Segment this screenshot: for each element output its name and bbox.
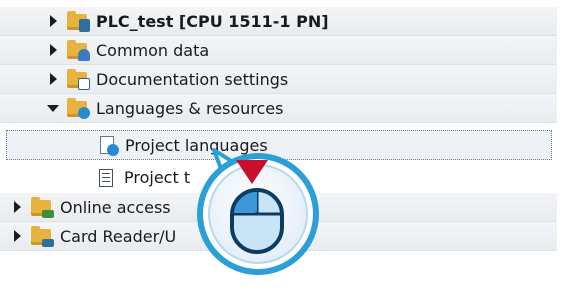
expand-arrow-icon[interactable]: [46, 14, 60, 28]
tree-item-label: Documentation settings: [96, 69, 289, 89]
project-languages-icon: [95, 134, 119, 156]
expand-arrow-icon[interactable]: [46, 72, 60, 86]
tree-item-label: Project languages: [125, 135, 268, 155]
tree-item-languages-resources[interactable]: Languages & resources: [0, 94, 557, 123]
tree-item-project-languages[interactable]: Project languages: [6, 130, 552, 160]
common-data-folder-icon: [66, 39, 90, 61]
tree-item-label: Common data: [96, 40, 210, 60]
project-texts-icon: [94, 167, 118, 189]
tree-item-label: Languages & resources: [96, 98, 284, 118]
languages-folder-icon: [66, 97, 90, 119]
expand-arrow-icon[interactable]: [10, 200, 24, 214]
tree-item-online-access[interactable]: Online access: [0, 193, 557, 222]
tree-item-card-reader[interactable]: Card Reader/U: [0, 222, 557, 251]
tree-item-project-texts[interactable]: Project t: [0, 163, 557, 192]
expand-arrow-icon[interactable]: [46, 43, 60, 57]
online-access-folder-icon: [30, 196, 54, 218]
documentation-folder-icon: [66, 68, 90, 90]
tree-item-label: Project t: [124, 168, 191, 187]
tree-item-common-data[interactable]: Common data: [0, 36, 557, 65]
card-reader-folder-icon: [30, 225, 54, 247]
tree-item-plc-test[interactable]: PLC_test [CPU 1511-1 PN]: [0, 7, 557, 36]
collapse-arrow-icon[interactable]: [46, 101, 60, 115]
tree-item-documentation-settings[interactable]: Documentation settings: [0, 65, 557, 94]
tree-item-label: Online access: [60, 197, 171, 217]
tree-item-label: PLC_test [CPU 1511-1 PN]: [96, 11, 329, 31]
plc-folder-icon: [66, 10, 90, 32]
tree-item-label: Card Reader/U: [60, 226, 177, 246]
expand-arrow-icon[interactable]: [10, 229, 24, 243]
